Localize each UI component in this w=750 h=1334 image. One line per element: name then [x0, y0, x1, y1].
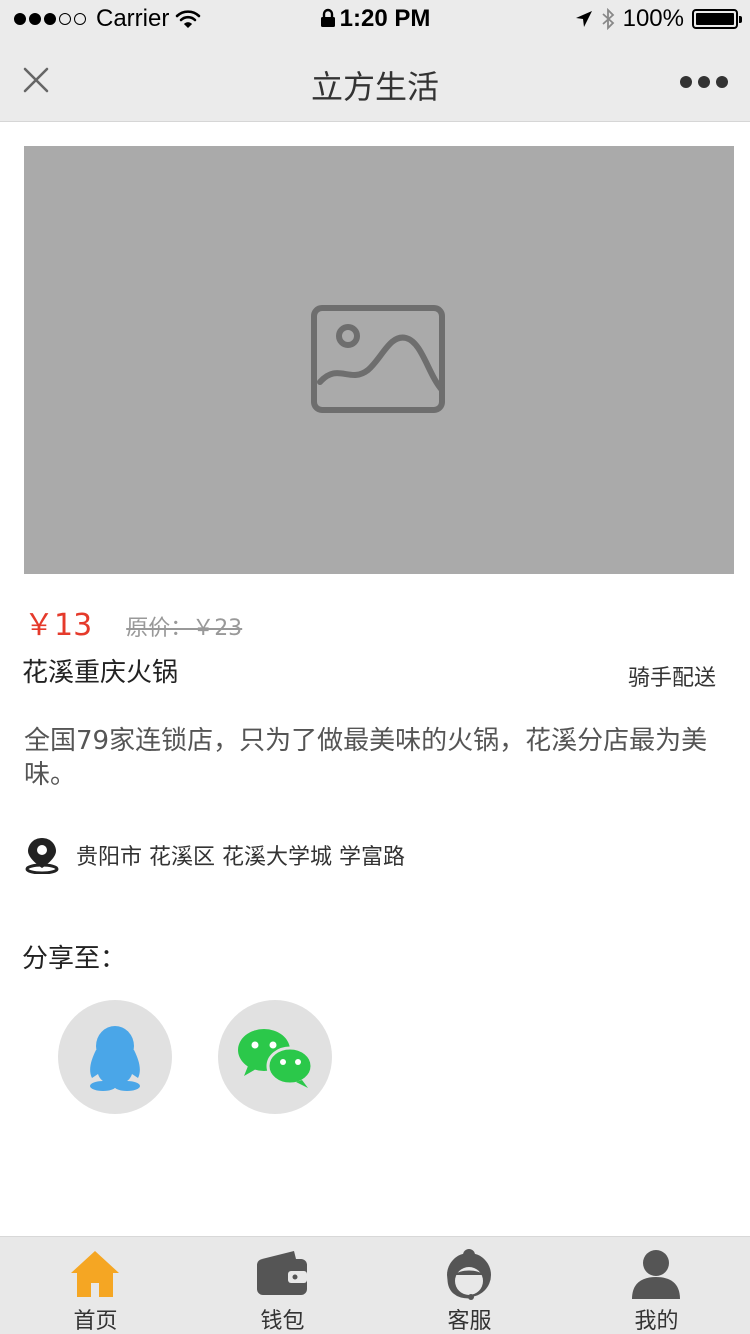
home-icon: [71, 1251, 119, 1297]
tab-home-label: 首页: [73, 1309, 118, 1334]
product-name: 花溪重庆火锅: [22, 658, 179, 688]
wechat-icon: [238, 1029, 314, 1088]
qq-icon: [90, 1026, 140, 1091]
page-title: 立方生活: [310, 68, 439, 106]
bluetooth-icon: [602, 8, 614, 30]
customer-service-icon: [447, 1249, 491, 1300]
address-row[interactable]: 贵阳市 花溪区 花溪大学城 学富路: [24, 836, 405, 874]
price-row: ￥13 原价：￥23: [24, 600, 242, 644]
tab-home[interactable]: 首页: [2, 1237, 189, 1334]
user-icon: [632, 1250, 680, 1299]
current-price: ￥13: [24, 608, 93, 643]
more-options-icon[interactable]: [680, 76, 728, 88]
status-bar: Carrier 1:20 PM 100%: [0, 0, 750, 40]
tab-bar: 首页 钱包 客服 我的: [0, 1236, 750, 1334]
product-image: [24, 146, 734, 574]
tab-me[interactable]: 我的: [563, 1237, 750, 1334]
share-qq-button[interactable]: [58, 1000, 172, 1114]
product-description: 全国79家连锁店，只为了做最美味的火锅，花溪分店最为美味。: [24, 726, 708, 790]
battery-fill: [696, 13, 734, 25]
wallet-icon: [257, 1251, 307, 1295]
image-placeholder-icon: [311, 305, 445, 413]
status-right: 100%: [575, 5, 742, 33]
tab-wallet[interactable]: 钱包: [189, 1237, 376, 1334]
map-pin-icon: [25, 838, 59, 874]
nav-bar: 立方生活: [0, 40, 750, 122]
tab-customer-service-label: 客服: [447, 1309, 492, 1334]
tab-customer-service[interactable]: 客服: [376, 1237, 563, 1334]
share-label: 分享至：: [22, 944, 127, 974]
lock-icon: [320, 8, 335, 27]
tab-me-label: 我的: [634, 1309, 679, 1334]
original-price: 原价：￥23: [126, 616, 243, 641]
time-label: 1:20 PM: [339, 5, 431, 32]
address-text: 贵阳市 花溪区 花溪大学城 学富路: [76, 845, 405, 870]
location-arrow-icon: [575, 11, 592, 27]
share-wechat-button[interactable]: [218, 1000, 332, 1114]
delivery-method: 骑手配送: [627, 666, 716, 691]
tab-wallet-label: 钱包: [260, 1309, 305, 1334]
battery-icon: [692, 9, 742, 29]
battery-percent: 100%: [622, 5, 684, 32]
